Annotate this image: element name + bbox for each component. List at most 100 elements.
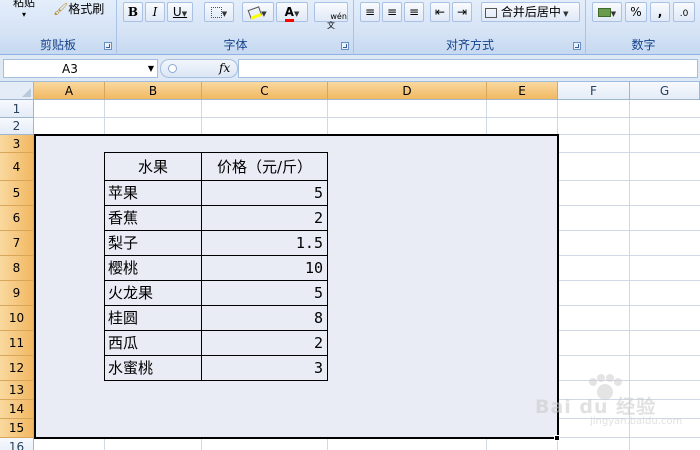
column-header-g[interactable]: G <box>630 82 700 100</box>
row-header-8[interactable]: 8 <box>0 256 34 281</box>
column-header-f[interactable]: F <box>558 82 630 100</box>
number-group: ▼ % , .0 数字 <box>587 0 700 55</box>
font-launcher-icon[interactable] <box>341 42 349 50</box>
increase-indent-button[interactable]: ⇥ <box>452 2 472 22</box>
column-header-b[interactable]: B <box>105 82 202 100</box>
formula-bar: A3 ▼ fx <box>0 55 700 82</box>
fruit-cell[interactable]: 樱桃 <box>104 255 202 281</box>
align-center-button[interactable]: ≡ <box>382 2 402 22</box>
increase-decimal-button[interactable]: .0 <box>673 2 695 22</box>
fill-handle[interactable] <box>554 435 560 441</box>
row-header-4[interactable]: 4 <box>0 153 34 181</box>
watermark-url: jingyan.baidu.com <box>590 416 683 427</box>
fruit-cell[interactable]: 火龙果 <box>104 280 202 306</box>
price-cell[interactable]: 10 <box>201 255 328 281</box>
price-cell[interactable]: 3 <box>201 355 328 381</box>
font-group: B I U▼ ▼ ▼ A▼ wén 文 字体 <box>118 0 354 55</box>
row-header-1[interactable]: 1 <box>0 100 34 118</box>
fruit-cell[interactable]: 桂圆 <box>104 305 202 331</box>
chevron-down-icon: ▼ <box>181 10 188 18</box>
price-cell[interactable]: 2 <box>201 205 328 231</box>
row-header-14[interactable]: 14 <box>0 400 34 419</box>
chevron-down-icon[interactable]: ▼ <box>148 60 154 77</box>
decrease-indent-icon: ⇤ <box>434 5 446 19</box>
percent-style-button[interactable]: % <box>625 2 647 22</box>
italic-button[interactable]: I <box>145 2 165 22</box>
align-left-button[interactable]: ≡ <box>360 2 380 22</box>
resize-grip-icon[interactable] <box>168 64 177 73</box>
column-header-a[interactable]: A <box>34 82 105 100</box>
table-header-cell[interactable]: 价格（元/斤） <box>201 152 328 181</box>
paste-dropdown-icon[interactable]: ▾ <box>22 6 26 24</box>
fruit-cell[interactable]: 香蕉 <box>104 205 202 231</box>
underline-label: U <box>172 5 182 19</box>
name-box-value: A3 <box>62 62 78 76</box>
row-header-5[interactable]: 5 <box>0 181 34 206</box>
phonetic-guide-button[interactable]: wén 文 <box>314 2 348 30</box>
merge-center-label: 合并后居中 <box>500 5 561 19</box>
chevron-down-icon: ▼ <box>293 10 300 18</box>
fill-color-button[interactable]: ▼ <box>242 2 274 22</box>
borders-button[interactable]: ▼ <box>204 2 234 22</box>
table-header-cell[interactable]: 水果 <box>104 152 202 181</box>
bold-button[interactable]: B <box>123 2 143 22</box>
column-header-c[interactable]: C <box>202 82 328 100</box>
price-cell[interactable]: 5 <box>201 180 328 206</box>
price-cell[interactable]: 5 <box>201 280 328 306</box>
fruit-cell[interactable]: 水蜜桃 <box>104 355 202 381</box>
row-header-7[interactable]: 7 <box>0 231 34 256</box>
price-cell[interactable]: 1.5 <box>201 230 328 256</box>
chevron-down-icon: ▼ <box>221 10 228 18</box>
baidu-jingyan-watermark: Bai du 经验 jingyan.baidu.com <box>535 374 695 434</box>
align-right-icon: ≡ <box>408 5 420 19</box>
chevron-down-icon: ▼ <box>610 10 617 18</box>
fruit-cell[interactable]: 西瓜 <box>104 330 202 356</box>
borders-icon <box>210 7 222 18</box>
row-header-3[interactable]: 3 <box>0 135 34 153</box>
name-box[interactable]: A3 ▼ <box>3 59 158 78</box>
alignment-launcher-icon[interactable] <box>573 42 581 50</box>
brush-icon: 🖌 <box>53 2 69 16</box>
decrease-indent-button[interactable]: ⇤ <box>430 2 450 22</box>
column-header-d[interactable]: D <box>328 82 487 100</box>
accounting-format-button[interactable]: ▼ <box>592 2 622 22</box>
price-cell[interactable]: 8 <box>201 305 328 331</box>
formula-input[interactable] <box>238 59 698 78</box>
comma-style-button[interactable]: , <box>650 2 670 22</box>
row-header-2[interactable]: 2 <box>0 118 34 135</box>
increase-indent-icon: ⇥ <box>456 5 468 19</box>
number-group-label: 数字 <box>631 38 656 52</box>
font-color-icon: A <box>284 6 294 22</box>
insert-function-button[interactable]: fx <box>219 60 230 77</box>
merge-cells-icon <box>485 7 497 18</box>
column-header-e[interactable]: E <box>487 82 558 100</box>
underline-button[interactable]: U▼ <box>167 2 193 22</box>
row-header-9[interactable]: 9 <box>0 281 34 306</box>
worksheet-grid[interactable]: ABCDEFG 1 2 3 4 5 6 7 8 9 10 11 12 13 14 15 16 水果 价格（元/斤… <box>0 82 700 450</box>
clipboard-group: 粘贴 ▾ 🖌格式刷 剪贴板 <box>0 0 117 55</box>
row-header-11[interactable]: 11 <box>0 331 34 356</box>
merge-center-button[interactable]: 合并后居中 ▼ <box>481 2 580 22</box>
clipboard-launcher-icon[interactable] <box>104 42 112 50</box>
row-header-10[interactable]: 10 <box>0 306 34 331</box>
row-header-13[interactable]: 13 <box>0 381 34 400</box>
align-left-icon: ≡ <box>364 5 376 19</box>
currency-icon <box>597 8 611 17</box>
row-header-15[interactable]: 15 <box>0 419 34 438</box>
clipboard-group-label: 剪贴板 <box>39 38 76 52</box>
fruit-cell[interactable]: 苹果 <box>104 180 202 206</box>
ribbon: 粘贴 ▾ 🖌格式刷 剪贴板 B I U▼ ▼ ▼ A▼ wén 文 字体 ≡ ≡ <box>0 0 700 55</box>
fruit-cell[interactable]: 梨子 <box>104 230 202 256</box>
phonetic-icon: wén 文 <box>327 12 347 30</box>
font-color-button[interactable]: A▼ <box>276 2 308 22</box>
gridline-horizontal <box>34 117 700 118</box>
align-center-icon: ≡ <box>386 5 398 19</box>
format-painter-button[interactable]: 🖌格式刷 <box>53 0 104 18</box>
row-header-6[interactable]: 6 <box>0 206 34 231</box>
align-right-button[interactable]: ≡ <box>404 2 424 22</box>
row-header-12[interactable]: 12 <box>0 356 34 381</box>
increase-decimal-icon: .0 <box>679 9 689 19</box>
price-cell[interactable]: 2 <box>201 330 328 356</box>
select-all-button[interactable] <box>0 82 34 100</box>
row-header-16[interactable]: 16 <box>0 438 34 450</box>
